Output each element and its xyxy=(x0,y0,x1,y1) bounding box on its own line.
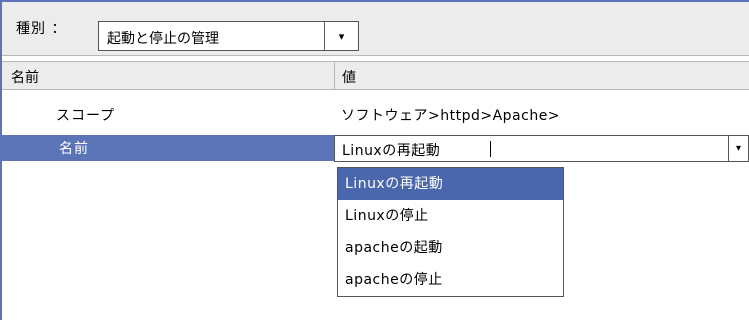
dropdown-option[interactable]: Linuxの再起動 xyxy=(338,168,563,200)
scope-value: ソフトウェア>httpd>Apache> xyxy=(341,108,561,124)
chevron-down-icon[interactable]: ▾ xyxy=(728,136,748,161)
name-key: 名前 xyxy=(59,141,89,157)
name-combobox-value[interactable]: Linuxの再起動 xyxy=(342,140,440,160)
table-row-scope[interactable]: スコープ ソフトウェア>httpd>Apache> xyxy=(2,104,749,128)
type-toolbar: 種別 ： 起動と停止の管理 ▾ xyxy=(2,2,749,56)
column-divider[interactable] xyxy=(334,62,335,89)
dropdown-option[interactable]: Linuxの停止 xyxy=(338,200,563,232)
chevron-down-icon[interactable]: ▾ xyxy=(324,22,358,50)
type-select[interactable]: 起動と停止の管理 ▾ xyxy=(98,21,359,51)
table-header: 名前 値 xyxy=(2,61,749,90)
dropdown-option[interactable]: apacheの停止 xyxy=(338,264,563,296)
dropdown-option[interactable]: apacheの起動 xyxy=(338,232,563,264)
name-dropdown-list[interactable]: Linuxの再起動 Linuxの停止 apacheの起動 apacheの停止 xyxy=(337,167,564,297)
type-label: 種別 ： xyxy=(16,21,67,37)
type-select-value: 起動と停止の管理 xyxy=(107,31,219,47)
text-caret xyxy=(490,141,491,157)
column-header-name: 名前 xyxy=(11,70,39,86)
scope-key: スコープ xyxy=(56,108,116,124)
name-combobox[interactable]: Linuxの再起動 ▾ xyxy=(334,135,749,162)
column-header-value: 値 xyxy=(342,70,356,86)
